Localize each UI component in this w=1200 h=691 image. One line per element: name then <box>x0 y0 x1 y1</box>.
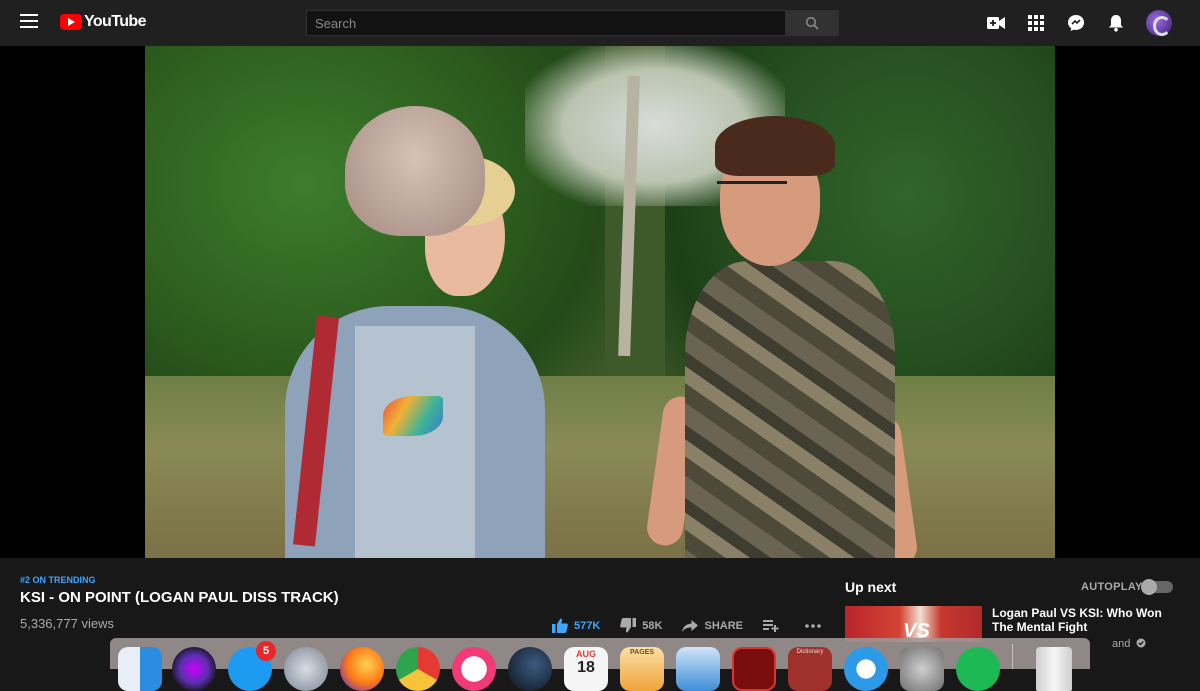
header-actions <box>968 10 1172 36</box>
messages-icon[interactable] <box>1064 11 1088 35</box>
up-next-heading: Up next <box>845 579 897 595</box>
finder-icon[interactable] <box>118 647 162 691</box>
share-button[interactable]: SHARE <box>682 619 743 632</box>
search-bar <box>306 10 839 36</box>
app-store-icon[interactable]: 5 <box>228 641 276 691</box>
pages-icon[interactable]: PAGES <box>620 647 664 691</box>
verified-badge-icon <box>1136 638 1146 648</box>
itunes-icon[interactable] <box>452 647 496 691</box>
dislike-count: 58K <box>642 619 663 632</box>
macos-dock: 5 AUG 18 PAGES Dictionary <box>110 638 1090 691</box>
playlist-add-icon <box>763 619 779 632</box>
like-button[interactable]: 577K <box>552 618 600 633</box>
video-person-left <box>215 106 575 558</box>
more-actions-button[interactable] <box>805 623 827 628</box>
thumbs-down-icon <box>620 618 637 633</box>
dock-divider <box>1012 644 1013 669</box>
create-video-icon[interactable] <box>984 11 1008 35</box>
channel-name: and <box>1112 638 1131 650</box>
youtube-play-icon <box>60 14 82 30</box>
apps-icon[interactable] <box>1024 11 1048 35</box>
trending-badge[interactable]: #2 ON TRENDING <box>20 575 96 585</box>
dislike-button[interactable]: 58K <box>620 618 662 633</box>
menu-icon[interactable] <box>20 14 38 28</box>
siri-icon[interactable] <box>172 647 216 691</box>
autoplay-toggle[interactable] <box>1141 579 1173 595</box>
autoplay-toggle-knob <box>1141 579 1157 595</box>
search-button[interactable] <box>786 10 839 36</box>
youtube-logo[interactable]: YouTube <box>60 13 146 31</box>
dictionary-label: Dictionary <box>796 649 824 655</box>
calendar-month: AUG <box>576 649 596 659</box>
more-horizontal-icon <box>805 623 821 628</box>
notifications-icon[interactable] <box>1104 11 1128 35</box>
video-person-right <box>644 116 965 558</box>
recommended-video-channel[interactable]: and <box>1112 638 1146 650</box>
video-title: KSI - ON POINT (LOGAN PAUL DISS TRACK) <box>20 589 339 606</box>
share-label: SHARE <box>704 619 743 632</box>
steam-icon[interactable] <box>508 647 552 691</box>
acrobat-icon[interactable] <box>732 647 776 691</box>
player-container <box>0 46 1200 558</box>
account-avatar[interactable] <box>1146 10 1172 36</box>
dictionary-icon[interactable]: Dictionary <box>788 647 832 691</box>
video-actions: 577K 58K SHARE <box>552 618 847 633</box>
thumbs-up-icon <box>552 618 568 633</box>
video-player[interactable] <box>145 46 1055 558</box>
firefox-icon[interactable] <box>340 647 384 691</box>
logo-text: YouTube <box>84 13 146 30</box>
pages-label: PAGES <box>630 649 654 656</box>
view-count: 5,336,777 views <box>20 616 114 631</box>
system-preferences-icon[interactable] <box>900 647 944 691</box>
preview-icon[interactable] <box>676 647 720 691</box>
app-store-badge: 5 <box>256 641 276 661</box>
calendar-day: 18 <box>577 659 595 676</box>
calendar-icon[interactable]: AUG 18 <box>564 647 608 691</box>
autoplay-label: AUTOPLAY <box>1081 581 1143 593</box>
spotify-icon[interactable] <box>956 647 1000 691</box>
recommended-video-title[interactable]: Logan Paul VS KSI: Who Won The Mental Fi… <box>992 606 1172 634</box>
like-count: 577K <box>574 619 601 632</box>
search-icon <box>805 16 819 30</box>
masthead: YouTube <box>0 0 1200 46</box>
trash-icon[interactable] <box>1036 647 1072 691</box>
safari-icon[interactable] <box>844 647 888 691</box>
share-icon <box>682 619 699 632</box>
add-to-playlist-button[interactable] <box>763 619 785 632</box>
launchpad-icon[interactable] <box>284 647 328 691</box>
search-input[interactable] <box>306 10 786 36</box>
recommended-video-thumbnail[interactable]: VS <box>845 606 982 642</box>
chrome-icon[interactable] <box>396 647 440 691</box>
